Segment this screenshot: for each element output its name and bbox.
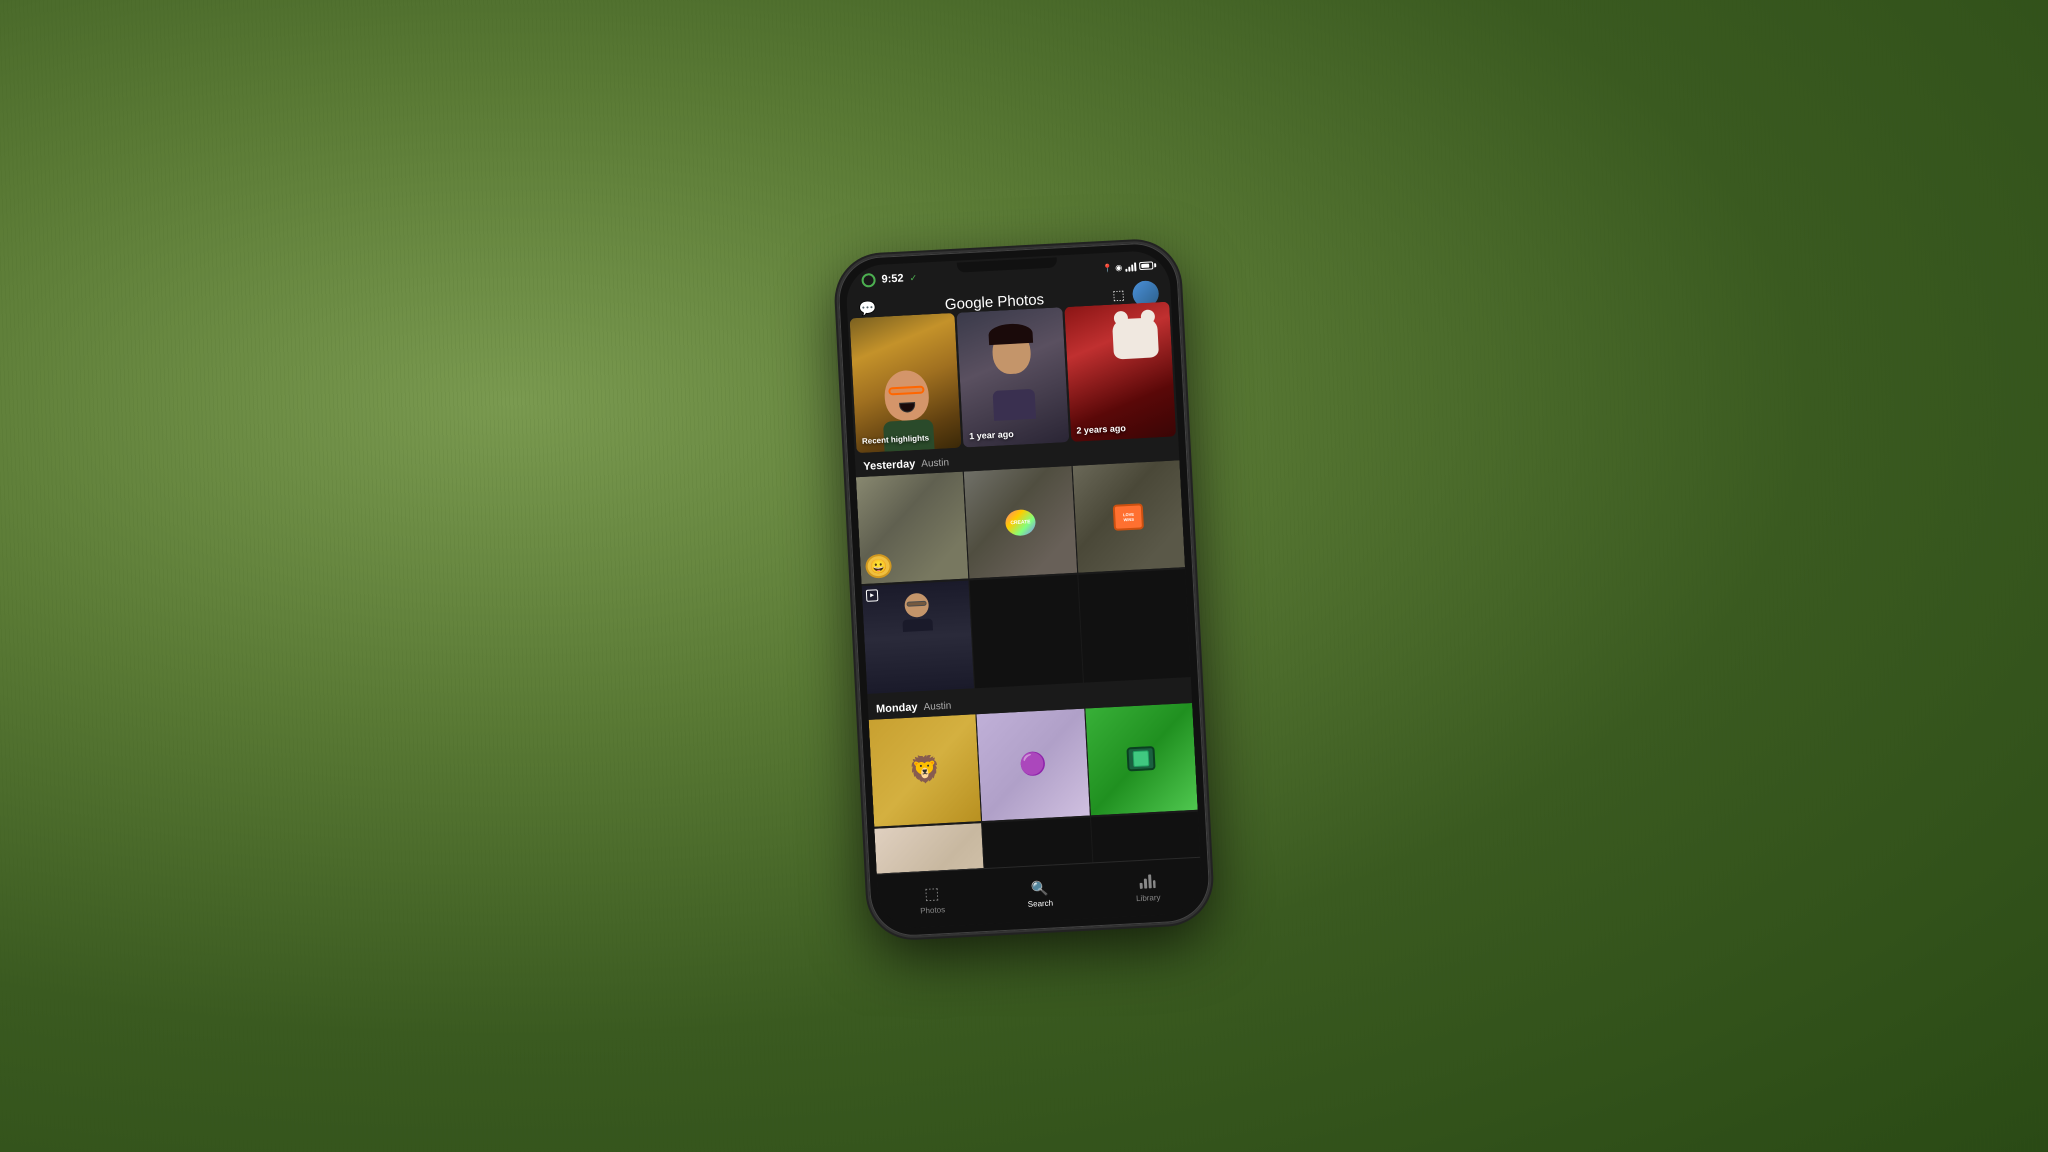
message-icon[interactable]: 💬 [859,299,877,317]
location-icon: 📍 [1102,263,1112,273]
cast-icon[interactable]: ⬚ [1112,287,1125,304]
cartoon-sponge-emoji: 🟣 [1019,751,1048,778]
sticker-text-create: create [1010,519,1030,526]
signal-bar-3 [1131,264,1133,271]
signal-bar-4 [1134,262,1136,271]
card3-background [1064,302,1176,442]
selfie-head [904,593,929,618]
card3-animal-body [1112,317,1159,359]
signal-bar-2 [1128,267,1130,272]
cube-icon [1133,751,1150,768]
sticker-text-love: LOVEWINS [1123,511,1134,522]
selfie-glasses [906,601,926,607]
photo-rock-sticker-1[interactable]: 😀 [856,472,969,585]
card2-hair [988,323,1033,345]
card3-animal [1112,317,1164,365]
scene: 9:52 ✓ 📍 ◉ [0,0,2048,1152]
library-nav-label: Library [1136,892,1161,902]
status-left: 9:52 ✓ [861,271,917,288]
battery-icon [1139,261,1153,270]
yesterday-photos-row1: 😀 create LOVEWIN [856,460,1185,586]
monday-location: Austin [923,700,951,712]
phone-wrapper: 9:52 ✓ 📍 ◉ [836,241,1211,938]
status-right: 📍 ◉ [1102,260,1153,273]
search-nav-label: Search [1028,898,1054,908]
card1-mouth [899,402,916,413]
highlights-row: Recent highlights [848,302,1179,454]
photos-icon: ⬚ [924,883,940,904]
card1-glasses [888,386,924,396]
yesterday-photos-row2 [862,569,1191,695]
header-left: 💬 [859,299,877,317]
photo-rock-sticker-2[interactable]: create [964,466,1077,579]
selfie-person [901,593,933,630]
phone-screen: 9:52 ✓ 📍 ◉ [845,250,1203,930]
card2-background [957,307,1069,447]
two-years-ago-card[interactable]: 2 years ago [1064,302,1176,442]
photo-cartoon-lion[interactable]: 🦁 [869,714,982,827]
card1-background [850,313,962,453]
nav-search[interactable]: 🔍 Search [985,877,1094,911]
scroll-content: Recent highlights [848,302,1201,874]
nav-library[interactable]: Library [1093,871,1202,905]
one-year-ago-card[interactable]: 1 year ago [957,307,1069,447]
wifi-icon [1125,261,1137,272]
monday-photos-row1: 🦁 🟣 [869,703,1198,829]
monday-label: Monday [876,701,918,715]
signal-icon: ◉ [1115,263,1122,272]
status-check-icon: ✓ [909,272,917,283]
yesterday-location: Austin [921,457,949,469]
recent-highlights-card[interactable]: Recent highlights [850,313,962,453]
card2-face [991,329,1031,375]
nav-photos[interactable]: ⬚ Photos [877,881,986,918]
photo-cartoon-characters[interactable]: 🟣 [977,708,1090,821]
photo-selfie[interactable] [862,581,975,694]
search-icon: 🔍 [1030,879,1048,897]
photos-nav-label: Photos [920,905,945,915]
text-card-bg [874,823,987,874]
battery-fill [1141,264,1149,268]
phone-device: 9:52 ✓ 📍 ◉ [836,241,1211,938]
photo-empty-2 [1078,569,1191,682]
status-dot-icon [861,273,876,288]
photo-rock-sticker-3[interactable]: LOVEWINS [1072,460,1185,573]
content-area: Recent highlights [848,302,1201,874]
photo-just-did-it[interactable]: JUSTDID IT [874,823,987,874]
library-icon [1139,874,1156,892]
signal-bar-1 [1125,269,1127,272]
card3-ear-left [1114,311,1129,326]
status-time: 9:52 [881,272,904,285]
photo-green-sticker[interactable] [1085,703,1198,816]
video-badge-icon [866,590,879,603]
card2-torso [993,389,1037,421]
sticker-love-winds: LOVEWINS [1113,503,1144,531]
green-box-sticker [1127,746,1156,771]
cartoon-lion-emoji: 🦁 [908,754,942,787]
card3-ear-right [1141,309,1156,324]
selfie-torso [902,619,933,633]
photo-empty-1 [970,575,1083,688]
yesterday-label: Yesterday [863,458,916,473]
